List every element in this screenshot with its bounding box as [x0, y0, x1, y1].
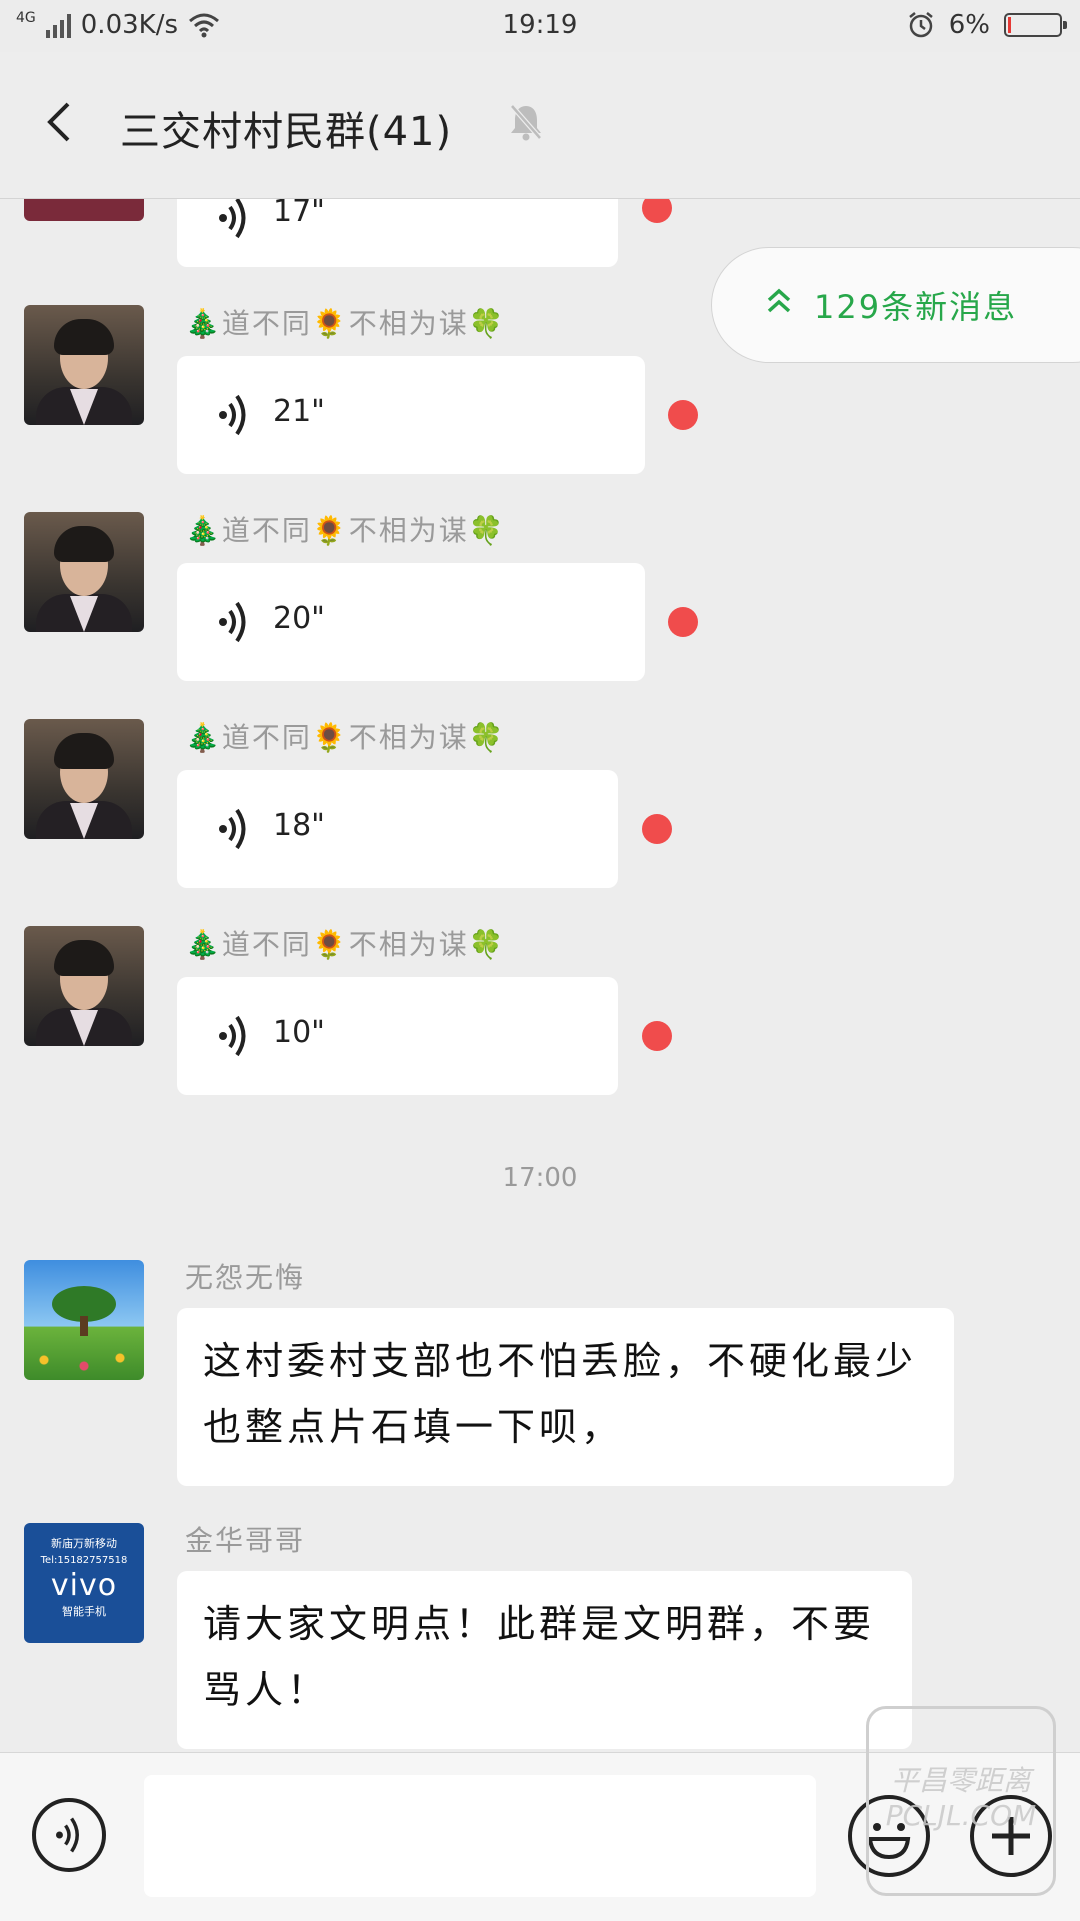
sender-name: 无怨无悔 — [185, 1261, 306, 1294]
voice-duration: 20" — [273, 601, 325, 636]
voice-message[interactable]: 21" — [177, 356, 645, 474]
sender-name: 金华哥哥 — [185, 1524, 306, 1557]
unread-dot — [668, 400, 698, 430]
double-chevron-up-icon — [767, 288, 791, 313]
avatar[interactable] — [24, 305, 144, 425]
avatar-text: Tel:15182757518 — [40, 1555, 128, 1566]
watermark-logo: 平昌零距离 PCLJL.COM — [866, 1706, 1056, 1896]
text-message[interactable]: 请大家文明点！此群是文明群，不要骂人！ — [177, 1571, 912, 1749]
battery-icon — [1004, 13, 1067, 37]
unread-dot — [668, 607, 698, 637]
voice-icon — [219, 601, 246, 643]
unread-dot — [642, 199, 672, 223]
voice-message[interactable]: 17" — [177, 199, 618, 267]
voice-duration: 21" — [273, 394, 325, 429]
new-messages-button[interactable]: 129条新消息 — [711, 247, 1080, 363]
avatar-brand: vivo — [50, 1568, 118, 1603]
unread-dot — [642, 814, 672, 844]
avatar-text: 新庙万新移动 — [51, 1537, 117, 1550]
avatar[interactable] — [24, 926, 144, 1046]
message-timestamp: 17:00 — [502, 1163, 578, 1193]
status-bar: 4G 0.03K/s 19:19 6% — [0, 0, 1080, 52]
battery-percent: 6% — [948, 10, 990, 40]
voice-duration: 17" — [273, 199, 325, 229]
mute-bell-icon — [510, 104, 542, 141]
voice-icon — [56, 1817, 79, 1853]
message-input[interactable] — [144, 1775, 816, 1897]
sender-name: 🎄道不同🌻不相为谋🍀 — [185, 514, 506, 547]
avatar[interactable] — [24, 512, 144, 632]
sender-name: 🎄道不同🌻不相为谋🍀 — [185, 307, 506, 340]
sender-name: 🎄道不同🌻不相为谋🍀 — [185, 721, 506, 754]
voice-icon — [219, 1015, 246, 1057]
back-icon[interactable] — [40, 102, 80, 142]
chat-title: 三交村村民群(41) — [120, 109, 453, 155]
sender-name: 🎄道不同🌻不相为谋🍀 — [185, 928, 506, 961]
avatar[interactable] — [24, 719, 144, 839]
voice-icon — [219, 199, 246, 239]
avatar[interactable] — [24, 1260, 144, 1380]
voice-message[interactable]: 20" — [177, 563, 645, 681]
avatar-text: 智能手机 — [62, 1605, 106, 1618]
chat-header: 三交村村民群(41) — [0, 52, 1080, 199]
voice-input-button[interactable] — [32, 1798, 106, 1872]
avatar[interactable] — [24, 199, 144, 221]
unread-dot — [642, 1021, 672, 1051]
voice-message[interactable]: 10" — [177, 977, 618, 1095]
text-message[interactable]: 这村委村支部也不怕丢脸，不硬化最少也整点片石填一下呗， — [177, 1308, 954, 1486]
voice-duration: 10" — [273, 1015, 325, 1050]
message-list[interactable]: 17" 🎄道不同🌻不相为谋🍀 21" 🎄道不同🌻不相为谋🍀 20" 🎄道不同🌻不… — [0, 199, 1080, 1750]
new-messages-label: 129条新消息 — [814, 288, 1018, 326]
voice-message[interactable]: 18" — [177, 770, 618, 888]
avatar[interactable]: 新庙万新移动 Tel:15182757518 vivo 智能手机 — [24, 1523, 144, 1643]
voice-icon — [219, 808, 246, 850]
alarm-icon — [908, 12, 933, 38]
voice-duration: 18" — [273, 808, 325, 843]
voice-icon — [219, 394, 246, 436]
